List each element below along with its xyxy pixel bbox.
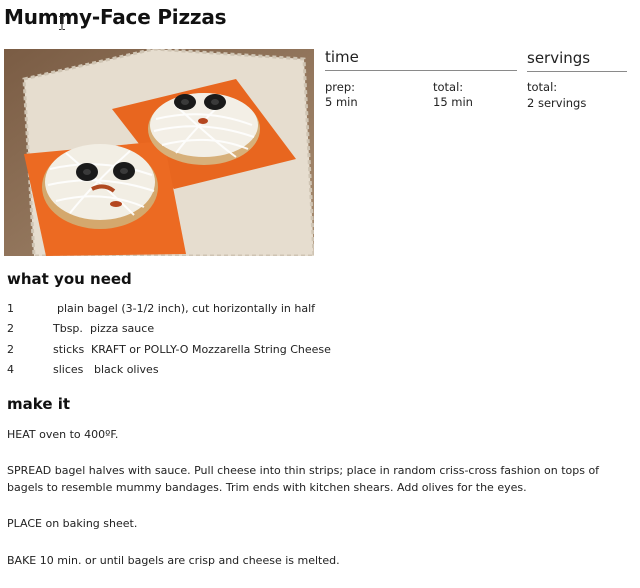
ingredient-qty: 2 — [7, 343, 14, 356]
recipe-photo — [4, 49, 314, 256]
time-divider — [325, 70, 517, 71]
direction-step: HEAT oven to 400ºF. — [7, 426, 633, 443]
servings-total-value: 2 servings — [527, 96, 587, 110]
step-text: oven to 400ºF. — [35, 428, 119, 441]
direction-step: SPREAD bagel halves with sauce. Pull che… — [7, 462, 633, 496]
text-cursor-icon — [59, 16, 65, 30]
ingredient-desc: black olives — [94, 363, 159, 376]
step-lead: PLACE — [7, 517, 42, 530]
ingredient-desc: plain bagel (3-1/2 inch), cut horizontal… — [57, 302, 316, 315]
ingredient-qty: 2 — [7, 322, 14, 335]
step-lead: BAKE — [7, 554, 37, 567]
ingredient-unit: slices — [53, 363, 84, 376]
ingredient-desc: KRAFT or POLLY-O Mozzarella String Chees… — [91, 343, 331, 356]
ingredients-heading: what you need — [7, 270, 132, 288]
directions-heading: make it — [7, 395, 71, 413]
servings-heading: servings — [527, 49, 591, 67]
step-lead: HEAT — [7, 428, 36, 441]
ingredient-qty: 1 — [7, 302, 14, 315]
recipe-title: Mummy-Face Pizzas — [4, 5, 227, 29]
ingredient-desc: pizza sauce — [90, 322, 155, 335]
total-time-label: total: — [433, 80, 464, 94]
servings-total-label: total: — [527, 80, 558, 94]
direction-step: BAKE 10 min. or until bagels are crisp a… — [7, 552, 633, 569]
direction-step: PLACE on baking sheet. — [7, 515, 633, 532]
step-text: on baking sheet. — [41, 517, 138, 530]
servings-divider — [527, 71, 627, 72]
ingredient-qty: 4 — [7, 363, 14, 376]
prep-label: prep: — [325, 80, 356, 94]
step-text: bagel halves with sauce. Pull cheese int… — [7, 464, 600, 494]
prep-value: 5 min — [325, 95, 358, 109]
step-lead: SPREAD — [7, 464, 52, 477]
ingredient-unit: Tbsp. — [53, 322, 83, 335]
ingredient-unit: sticks — [53, 343, 85, 356]
time-heading: time — [325, 48, 359, 66]
step-text: 10 min. or until bagels are crisp and ch… — [36, 554, 340, 567]
total-time-value: 15 min — [433, 95, 473, 109]
